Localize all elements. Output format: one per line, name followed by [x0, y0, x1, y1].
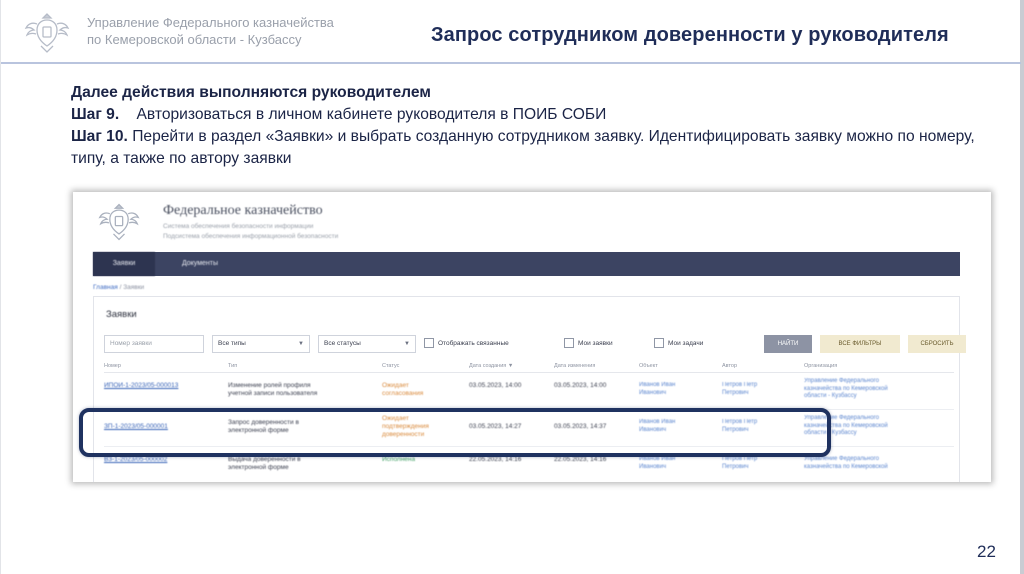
sort-down-icon: ▼ [507, 363, 514, 369]
step-10-text: Перейти в раздел «Заявки» и выбрать созд… [71, 128, 975, 167]
request-number-link[interactable]: ИПОИ-1-2023/05-000013 [104, 382, 178, 390]
request-type-line-2: электронной форме [228, 464, 289, 471]
author-line-1: Петров Петр [722, 382, 758, 388]
status-badge: Ожидает согласования [382, 382, 423, 398]
status-line-2: согласования [382, 390, 424, 397]
organization-line-2: по Кемеровской области - Кузбассу [87, 32, 302, 47]
author-line-2: Петрович [722, 389, 749, 396]
page-number: 22 [977, 542, 996, 561]
organization-line-1: Управление Федерального [804, 378, 879, 384]
breadcrumb-current: Заявки [123, 284, 145, 291]
site-title: Федеральное казначейство [163, 203, 323, 218]
organization-link[interactable]: Управление Федерального казначейства по К… [804, 378, 888, 401]
organization-line-1: Управление Федерального казначейства [87, 15, 334, 30]
checkbox-icon [564, 338, 574, 349]
column-header-created-label: Дата создания [469, 363, 507, 369]
status-line-1: Ожидает [382, 382, 409, 389]
organization-line-3: области - Кузбассу [804, 393, 857, 399]
object-line-2: Иванович [639, 389, 667, 396]
find-button[interactable]: НАЙТИ [764, 335, 812, 353]
step-9-label: Шаг 9. [71, 106, 120, 123]
filters-bar: Номер заявки Все типы ▼ Все статусы ▼ От… [104, 335, 966, 353]
related-checkbox-label: Отображать связанные [438, 340, 509, 347]
chevron-down-icon: ▼ [404, 341, 410, 347]
my-requests-checkbox-label: Мои заявки [578, 340, 613, 347]
request-type-line-1: Выдача доверенности в [228, 456, 301, 463]
created-date: 03.05.2023, 14:00 [469, 382, 522, 389]
step-10: Шаг 10. Перейти в раздел «Заявки» и выбр… [71, 126, 991, 170]
breadcrumb-home[interactable]: Главная [93, 284, 118, 291]
embedded-screenshot: Федеральное казначейство Система обеспеч… [73, 192, 991, 482]
my-tasks-checkbox-label: Мои задачи [668, 340, 704, 347]
column-header-updated[interactable]: Дата изменения [554, 363, 595, 369]
column-header-type[interactable]: Тип [228, 363, 237, 369]
request-type: Изменение ролей профиля учетной записи по… [228, 382, 317, 398]
breadcrumb: Главная / Заявки [93, 284, 144, 291]
request-type: Выдача доверенности в электронной форме [228, 456, 301, 472]
nav-item-documents[interactable]: Документы [165, 252, 235, 276]
highlight-frame [79, 408, 831, 457]
object-line-1: Иванов Иван [639, 382, 676, 388]
column-header-author[interactable]: Автор [722, 363, 737, 369]
column-header-created[interactable]: Дата создания ▼ [469, 363, 513, 369]
step-9-text: Авторизоваться в личном кабинете руковод… [136, 106, 607, 123]
top-nav-bar: Заявки Документы [93, 252, 960, 276]
slide: Управление Федерального казначейства по … [0, 0, 1024, 574]
double-eagle-emblem-icon [24, 13, 70, 53]
request-number-link[interactable]: ВЗ-1-2023/05-000002 [104, 456, 167, 464]
object-link[interactable]: Иванов Иван Иванович [639, 382, 675, 397]
slide-header: Управление Федерального казначейства по … [1, 0, 1021, 64]
my-requests-checkbox[interactable]: Мои заявки [564, 338, 613, 350]
author-line-2: Петрович [722, 463, 749, 470]
request-type-line-2: учетной записи пользователя [228, 390, 318, 397]
my-tasks-checkbox[interactable]: Мои задачи [654, 338, 703, 350]
slide-title: Запрос сотрудником доверенности у руково… [431, 24, 949, 46]
type-select-value: Все типы [218, 340, 246, 347]
updated-date: 22.05.2023, 14:16 [554, 456, 607, 463]
request-number-input[interactable]: Номер заявки [104, 335, 204, 353]
step-9: Шаг 9. Авторизоваться в личном кабинете … [71, 104, 991, 126]
object-line-2: Иванович [639, 463, 667, 470]
author-link[interactable]: Петров Петр Петрович [722, 382, 757, 397]
chevron-down-icon: ▼ [298, 341, 304, 347]
organization-line-2: казначейства по Кемеровской [804, 463, 888, 470]
updated-date: 03.05.2023, 14:00 [554, 382, 607, 389]
organization-line-2: казначейства по Кемеровской [804, 385, 888, 392]
author-link[interactable]: Петров Петр Петрович [722, 456, 757, 471]
status-select-value: Все статусы [324, 340, 361, 347]
column-header-object[interactable]: Объект [639, 363, 658, 369]
instructions-lead: Далее действия выполняются руководителем [71, 84, 431, 101]
column-header-number[interactable]: Номер [104, 363, 121, 369]
status-select[interactable]: Все статусы ▼ [318, 335, 416, 353]
nav-item-requests[interactable]: Заявки [93, 252, 155, 276]
panel-title: Заявки [106, 309, 137, 320]
column-header-status[interactable]: Статус [382, 363, 399, 369]
all-filters-button[interactable]: ВСЕ ФИЛЬТРЫ [820, 335, 900, 353]
reset-button[interactable]: СБРОСИТЬ [908, 335, 966, 353]
organization-name: Управление Федерального казначейства по … [87, 14, 334, 48]
step-10-label: Шаг 10. [71, 128, 128, 145]
checkbox-icon [424, 338, 434, 349]
checkbox-icon [654, 338, 664, 349]
column-header-organization[interactable]: Организация [804, 363, 837, 369]
site-subtitle-1: Система обеспечения безопасности информа… [163, 223, 314, 230]
table-header: Номер Тип Статус Дата создания ▼ Дата из… [104, 361, 954, 373]
object-link[interactable]: Иванов Иван Иванович [639, 456, 675, 471]
instructions-text: Далее действия выполняются руководителем… [71, 82, 991, 170]
organization-link[interactable]: Управление Федерального казначейства по К… [804, 456, 888, 471]
related-checkbox[interactable]: Отображать связанные [424, 338, 509, 350]
table-row[interactable]: ИПОИ-1-2023/05-000013 Изменение ролей пр… [104, 373, 954, 410]
status-badge: Исполнена [382, 456, 416, 463]
created-date: 22.05.2023, 14:16 [469, 456, 522, 463]
request-type-line-1: Изменение ролей профиля [228, 382, 311, 389]
site-subtitle-2: Подсистема обеспечения информационной бе… [163, 233, 339, 240]
double-eagle-emblem-icon [98, 203, 140, 241]
breadcrumb-separator: / [119, 284, 122, 291]
type-select[interactable]: Все типы ▼ [212, 335, 310, 353]
